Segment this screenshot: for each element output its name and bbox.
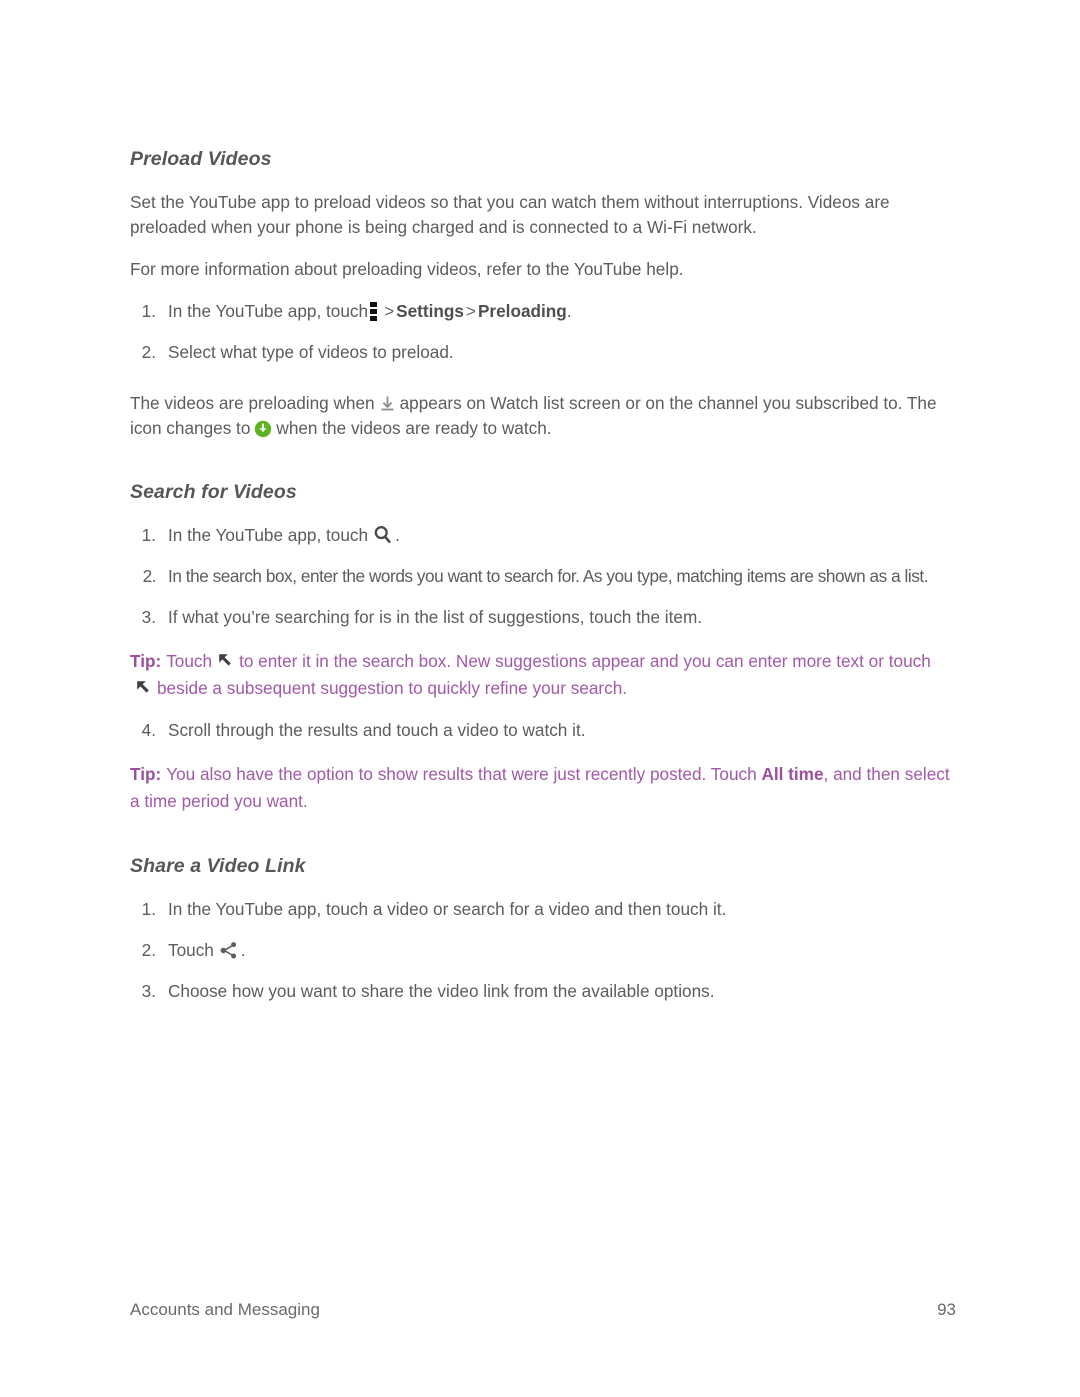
list-item: 1. In the YouTube app, touch a video or s… <box>130 897 956 922</box>
preloading-label: Preloading <box>477 301 567 321</box>
closing-text-part-3: when the videos are ready to watch. <box>276 418 552 438</box>
period: . <box>395 525 400 545</box>
tip-label: Tip: <box>130 764 162 784</box>
settings-label: Settings <box>396 301 464 321</box>
list-item-number: 4. <box>141 720 156 740</box>
tip-text-part-2: to enter it in the search box. New sugge… <box>239 651 931 671</box>
preload-moreinfo-paragraph: For more information about preloading vi… <box>130 259 684 279</box>
tip-text-part-1: Touch <box>166 651 213 671</box>
page-footer: Accounts and Messaging 93 <box>130 1300 956 1320</box>
list-item-number: 1. <box>141 525 156 545</box>
search-steps-list-part-1: 1. In the YouTube app, touch . 2. In the s… <box>130 523 956 630</box>
document-page: Preload Videos Set the YouTube app to pr… <box>0 0 1080 1397</box>
preload-intro-paragraph: Set the YouTube app to preload videos so… <box>130 192 890 237</box>
list-item: 2. Select what type of videos to preload. <box>130 340 956 365</box>
arrow-up-left-icon <box>135 678 152 696</box>
list-item-number: 2. <box>142 566 157 586</box>
tip-enter-search-box: Tip: Touch to enter it in the search box.… <box>130 648 956 702</box>
list-item-text: In the YouTube app, touch <box>168 525 369 545</box>
list-item-number: 1. <box>141 301 156 321</box>
page-content: Preload Videos Set the YouTube app to pr… <box>130 148 956 1020</box>
list-item-text: Touch <box>168 940 214 960</box>
search-steps-list-part-2: 4. Scroll through the results and touch a… <box>130 718 956 743</box>
closing-text-part-1: The videos are preloading when <box>130 393 375 413</box>
all-time-label: All time <box>761 764 824 784</box>
preload-steps-list: 1. In the YouTube app, touch > Settings > Pre… <box>130 299 956 365</box>
download-icon <box>379 395 396 413</box>
list-item: 2. Touch . <box>130 938 956 963</box>
list-item-text: If what you’re searching for is in the l… <box>168 607 703 627</box>
period: . <box>566 301 572 321</box>
chevron-separator: > <box>384 301 395 321</box>
list-item-number: 2. <box>141 940 156 960</box>
list-item: 3. Choose how you want to share the video… <box>130 979 956 1004</box>
list-item: 1. In the YouTube app, touch > Settings > Pre… <box>130 299 956 324</box>
list-item: 4. Scroll through the results and touch a… <box>130 718 956 743</box>
list-item-number: 3. <box>141 981 156 1001</box>
footer-chapter-title: Accounts and Messaging <box>130 1300 320 1319</box>
heading-share-a-video-link: Share a Video Link <box>130 855 306 877</box>
download-complete-icon <box>254 420 272 438</box>
tip-label: Tip: <box>130 651 162 671</box>
footer-page-number: 93 <box>937 1300 956 1319</box>
search-icon[interactable] <box>373 525 392 545</box>
preload-closing-paragraph: The videos are preloading when appears o… <box>130 391 956 441</box>
tip-text-part-1: You also have the option to show results… <box>166 764 757 784</box>
list-item: 2. In the search box, enter the words you… <box>130 564 956 589</box>
heading-preload-videos: Preload Videos <box>130 148 272 170</box>
arrow-up-left-icon <box>217 651 234 669</box>
period: . <box>240 940 246 960</box>
list-item-number: 2. <box>141 342 156 362</box>
list-item: 1. In the YouTube app, touch . <box>130 523 956 548</box>
list-item-text: Select what type of videos to preload. <box>168 342 454 362</box>
tip-text-part-3: beside a subsequent suggestion to quickl… <box>157 678 628 698</box>
list-item-text: In the YouTube app, touch a video or sea… <box>168 899 727 919</box>
chevron-separator: > <box>465 301 476 321</box>
list-item-text: Scroll through the results and touch a v… <box>168 720 586 740</box>
list-item-number: 1. <box>141 899 156 919</box>
list-item-number: 3. <box>141 607 156 627</box>
list-item: 3. If what you’re searching for is in the… <box>130 605 956 630</box>
list-item-text: In the YouTube app, touch <box>168 301 369 321</box>
list-item-text: In the search box, enter the words you w… <box>168 566 929 586</box>
share-steps-list: 1. In the YouTube app, touch a video or s… <box>130 897 956 1004</box>
list-item-text: Choose how you want to share the video l… <box>168 981 715 1001</box>
heading-search-for-videos: Search for Videos <box>130 481 297 503</box>
tip-all-time-filter: Tip: You also have the option to show res… <box>130 761 956 815</box>
share-icon[interactable] <box>219 941 238 960</box>
overflow-menu-icon[interactable] <box>370 302 378 322</box>
